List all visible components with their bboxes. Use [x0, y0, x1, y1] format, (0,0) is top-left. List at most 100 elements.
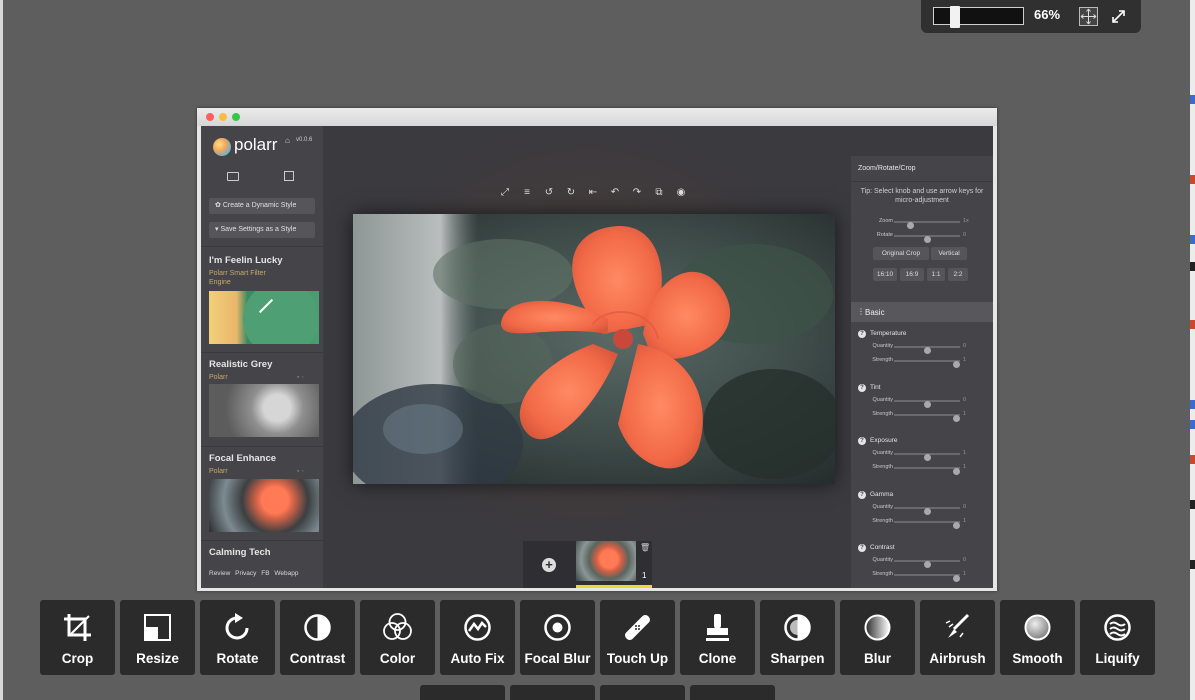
focal-blur-tool-button[interactable]: Focal Blur — [520, 600, 595, 675]
add-photo-button: + — [523, 541, 576, 588]
filter-title: I'm Feelin Lucky — [209, 255, 283, 266]
divider — [201, 446, 323, 447]
create-style-label: Create a Dynamic Style — [222, 202, 297, 209]
panel-header: Zoom/Rotate/Crop — [858, 165, 916, 172]
filter-thumbnail — [209, 479, 319, 532]
crop-tool-button[interactable]: Crop — [40, 600, 115, 675]
slider-knob — [923, 454, 931, 461]
color-tool-button[interactable]: Color — [360, 600, 435, 675]
slider-label: Quantity — [872, 503, 893, 510]
contrast-tool-button[interactable]: Contrast — [280, 600, 355, 675]
quantity-slider-row: Quantity 0 — [851, 396, 993, 408]
maximize-dot-icon — [232, 113, 240, 121]
resize-tool-button[interactable]: Resize — [120, 600, 195, 675]
quantity-slider-row: Quantity 0 — [851, 342, 993, 354]
slider-track — [894, 235, 960, 243]
sub-tab[interactable] — [690, 685, 775, 700]
touch-up-tool-button[interactable]: Touch Up — [600, 600, 675, 675]
adjustment-title: Tint — [870, 383, 881, 391]
airbrush-tool-button[interactable]: Airbrush — [920, 600, 995, 675]
slider-knob — [953, 468, 961, 475]
polarr-sidebar: polarr ⌂ v0.0.6 ✿ Create a Dynamic Style… — [201, 126, 323, 588]
divider — [201, 540, 323, 541]
save-settings-button: ▾ Save Settings as a Style — [209, 222, 315, 238]
image-under-edit: polarr ⌂ v0.0.6 ✿ Create a Dynamic Style… — [197, 108, 997, 591]
adjustment-title: Contrast — [870, 544, 895, 551]
trash-icon: 🗑 — [640, 543, 651, 552]
filter-subtitle: Polarr — [209, 374, 228, 381]
zoom-slider[interactable] — [933, 6, 1024, 28]
liquify-icon — [1102, 612, 1133, 643]
slider-track — [894, 520, 961, 529]
sharpen-icon — [782, 612, 813, 643]
adjustment-title: Temperature — [870, 330, 907, 337]
slider-track — [894, 360, 961, 368]
clone-tool-button[interactable]: Clone — [680, 600, 755, 675]
close-dot-icon — [206, 113, 214, 121]
tool-label: Focal Blur — [524, 651, 591, 666]
filmstrip-item: 🗑 1 — [576, 541, 652, 588]
filter-controls-icon: ▪ ◦ — [297, 374, 304, 381]
section-label: Basic — [865, 308, 885, 317]
clone-icon — [702, 612, 733, 643]
slider-label: Strength — [872, 357, 893, 363]
slider-value: 1 — [963, 464, 967, 470]
slider-knob — [923, 507, 931, 515]
help-icon: ? — [858, 544, 866, 552]
slider-track — [894, 506, 960, 515]
save-disk-icon — [284, 171, 294, 181]
polarr-logo-icon — [213, 138, 231, 156]
right-window-edge — [1190, 0, 1195, 700]
smooth-icon — [1022, 612, 1053, 643]
fullscreen-icon: ⤢ — [501, 187, 509, 198]
slider-track — [894, 346, 960, 354]
sub-tab[interactable] — [420, 685, 505, 700]
filter-subtitle: Polarr Smart Filter Engine — [209, 270, 266, 286]
plus-icon: + — [542, 558, 556, 572]
help-icon: ? — [858, 383, 866, 392]
quantity-slider-row: Quantity 0 — [851, 556, 993, 568]
smooth-tool-button[interactable]: Smooth — [1000, 600, 1075, 675]
rotate-slider-row: Rotate 0 — [851, 231, 993, 243]
strength-slider-row: Strength 1 — [851, 570, 993, 582]
zoom-value: 66% — [1034, 7, 1061, 22]
slider-knob — [907, 222, 914, 229]
rotate-tool-button[interactable]: Rotate — [200, 600, 275, 675]
sub-tab[interactable] — [510, 685, 595, 700]
fullscreen-button[interactable] — [1109, 7, 1128, 26]
sharpen-tool-button[interactable]: Sharpen — [760, 600, 835, 675]
filter-thumbnail — [209, 384, 319, 437]
brand-name: polarr — [234, 135, 278, 154]
slider-knob — [923, 347, 931, 354]
compare-icon: ⧉ — [655, 187, 663, 198]
fit-to-screen-button[interactable] — [1079, 7, 1098, 26]
slider-label: Rotate — [876, 232, 893, 238]
slider-knob — [923, 561, 931, 568]
filter-title: Focal Enhance — [209, 453, 277, 464]
slider-label: Strength — [872, 410, 893, 417]
photo-canvas: ⤢ ≡ ↺ ↻ ⇤ ↶ ↷ ⧉ ◉ + 🗑 1 — [323, 126, 851, 588]
adjustments-panel: Zoom/Rotate/Crop Tip: Select knob and us… — [851, 156, 993, 588]
adjustment-title: Exposure — [870, 437, 898, 444]
ratio-button: 16:9 — [900, 268, 924, 281]
blur-tool-button[interactable]: Blur — [840, 600, 915, 675]
tool-label: Clone — [698, 651, 737, 666]
touch-up-icon — [622, 612, 653, 643]
panel-tip: Tip: Select knob and use arrow keys for … — [860, 188, 984, 204]
adjustment-title: Gamma — [870, 490, 894, 498]
auto-fix-tool-button[interactable]: Auto Fix — [440, 600, 515, 675]
strength-slider-row: Strength 1 — [851, 410, 993, 422]
zoom-slider-knob[interactable] — [949, 6, 960, 28]
liquify-tool-button[interactable]: Liquify — [1080, 600, 1155, 675]
original-crop-button: Original Crop — [873, 247, 929, 260]
filmstrip-count: 1 — [642, 571, 647, 580]
sub-tab[interactable] — [600, 685, 685, 700]
undo-icon: ↶ — [610, 187, 620, 198]
ratio-button: 2:2 — [948, 268, 968, 281]
slider-knob — [923, 236, 931, 243]
slider-value: 0 — [963, 503, 967, 510]
resize-icon — [142, 612, 173, 643]
rotate-icon — [222, 612, 253, 643]
filter-title: Realistic Grey — [209, 359, 273, 370]
tool-label: Touch Up — [606, 651, 669, 666]
